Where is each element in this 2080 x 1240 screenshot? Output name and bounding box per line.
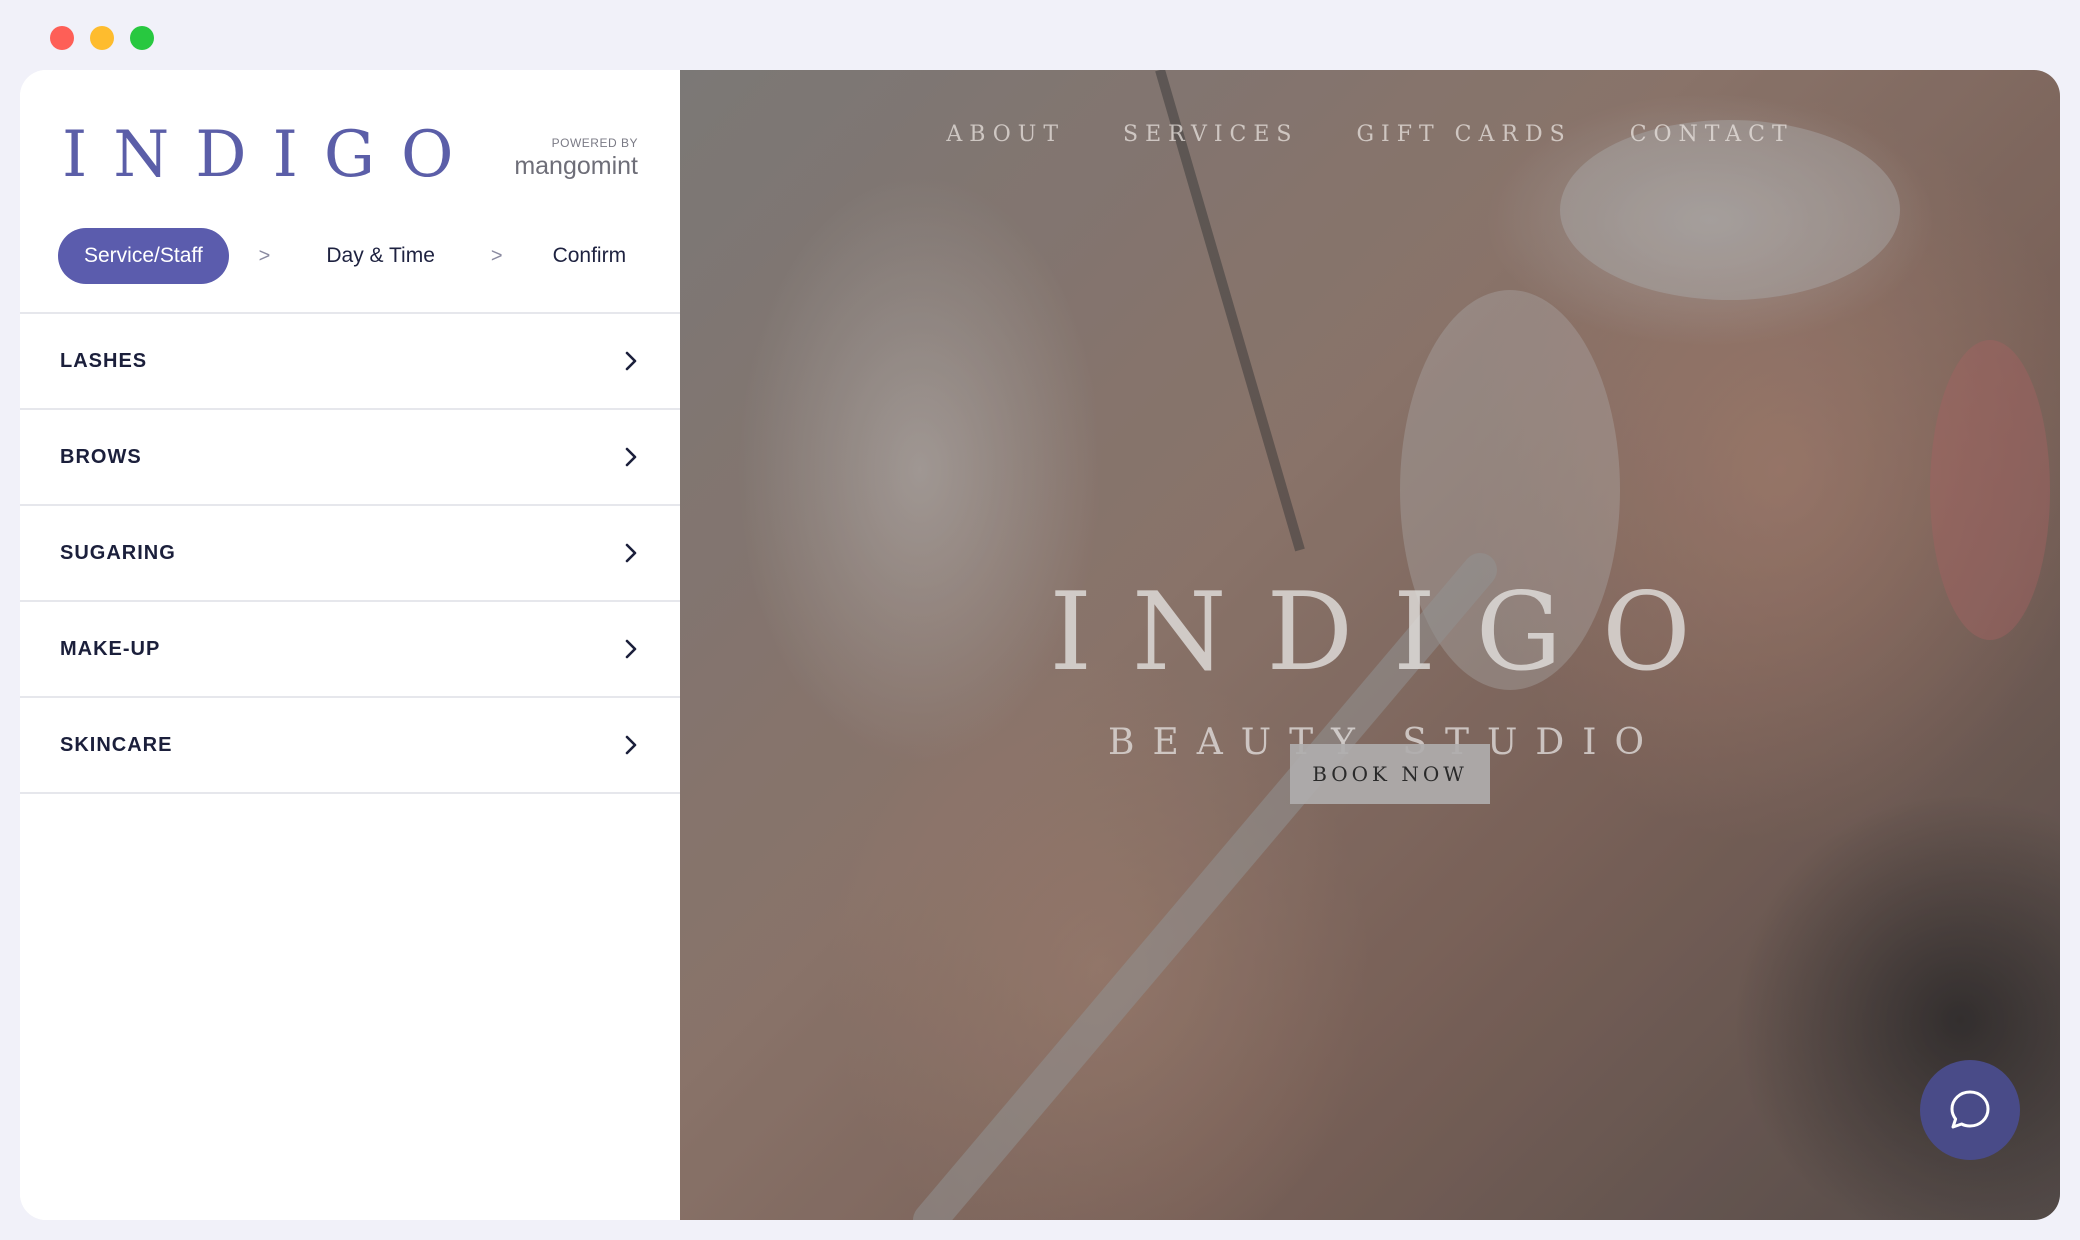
category-sugaring[interactable]: SUGARING bbox=[20, 506, 680, 602]
nav-about[interactable]: ABOUT bbox=[946, 122, 1065, 147]
category-lashes[interactable]: LASHES bbox=[20, 314, 680, 410]
category-make-up[interactable]: MAKE-UP bbox=[20, 602, 680, 698]
hero-title: INDIGO bbox=[1049, 570, 1731, 695]
close-window-button[interactable] bbox=[50, 26, 74, 50]
booking-panel: INDIGO POWERED BY mangomint Service/Staf… bbox=[20, 70, 680, 1220]
minimize-window-button[interactable] bbox=[90, 26, 114, 50]
chat-button[interactable] bbox=[1920, 1060, 2020, 1160]
nav-gift-cards[interactable]: GIFT CARDS bbox=[1356, 122, 1571, 147]
powered-by-label: POWERED BY bbox=[551, 136, 638, 150]
category-label: BROWS bbox=[60, 445, 142, 468]
step-confirm[interactable]: Confirm bbox=[553, 244, 627, 268]
site-nav: ABOUT SERVICES GIFT CARDS CONTACT bbox=[680, 122, 2060, 147]
brand-logo[interactable]: INDIGO bbox=[62, 118, 479, 192]
booking-steps: Service/Staff > Day & Time > Confirm bbox=[58, 228, 658, 284]
category-skincare[interactable]: SKINCARE bbox=[20, 698, 680, 794]
step-day-time[interactable]: Day & Time bbox=[326, 244, 435, 268]
chevron-right-icon bbox=[625, 543, 637, 563]
chevron-right-icon bbox=[625, 447, 637, 467]
step-service-staff[interactable]: Service/Staff bbox=[58, 228, 229, 284]
chat-bubble-icon bbox=[1950, 1090, 1990, 1129]
category-label: SKINCARE bbox=[60, 733, 173, 756]
service-category-list: LASHES BROWS SUGARING MAKE-UP SKINCARE bbox=[20, 312, 680, 794]
chevron-right-icon bbox=[625, 735, 637, 755]
nav-contact[interactable]: CONTACT bbox=[1630, 122, 1794, 147]
category-label: LASHES bbox=[60, 349, 148, 372]
step-separator: > bbox=[258, 244, 271, 267]
nav-services[interactable]: SERVICES bbox=[1123, 122, 1298, 147]
browser-window: INDIGO POWERED BY mangomint Service/Staf… bbox=[0, 0, 2080, 1240]
page-content: INDIGO POWERED BY mangomint Service/Staf… bbox=[20, 70, 2060, 1220]
window-controls bbox=[50, 26, 154, 50]
step-separator: > bbox=[490, 244, 503, 267]
chevron-right-icon bbox=[625, 351, 637, 371]
category-brows[interactable]: BROWS bbox=[20, 410, 680, 506]
maximize-window-button[interactable] bbox=[130, 26, 154, 50]
chevron-right-icon bbox=[625, 639, 637, 659]
category-label: SUGARING bbox=[60, 541, 176, 564]
powered-by-brand: mangomint bbox=[514, 152, 638, 180]
hero-section: ABOUT SERVICES GIFT CARDS CONTACT INDIGO… bbox=[680, 70, 2060, 1220]
powered-by[interactable]: POWERED BY mangomint bbox=[514, 136, 638, 181]
category-label: MAKE-UP bbox=[60, 637, 161, 660]
book-now-button[interactable]: BOOK NOW bbox=[1290, 744, 1490, 804]
